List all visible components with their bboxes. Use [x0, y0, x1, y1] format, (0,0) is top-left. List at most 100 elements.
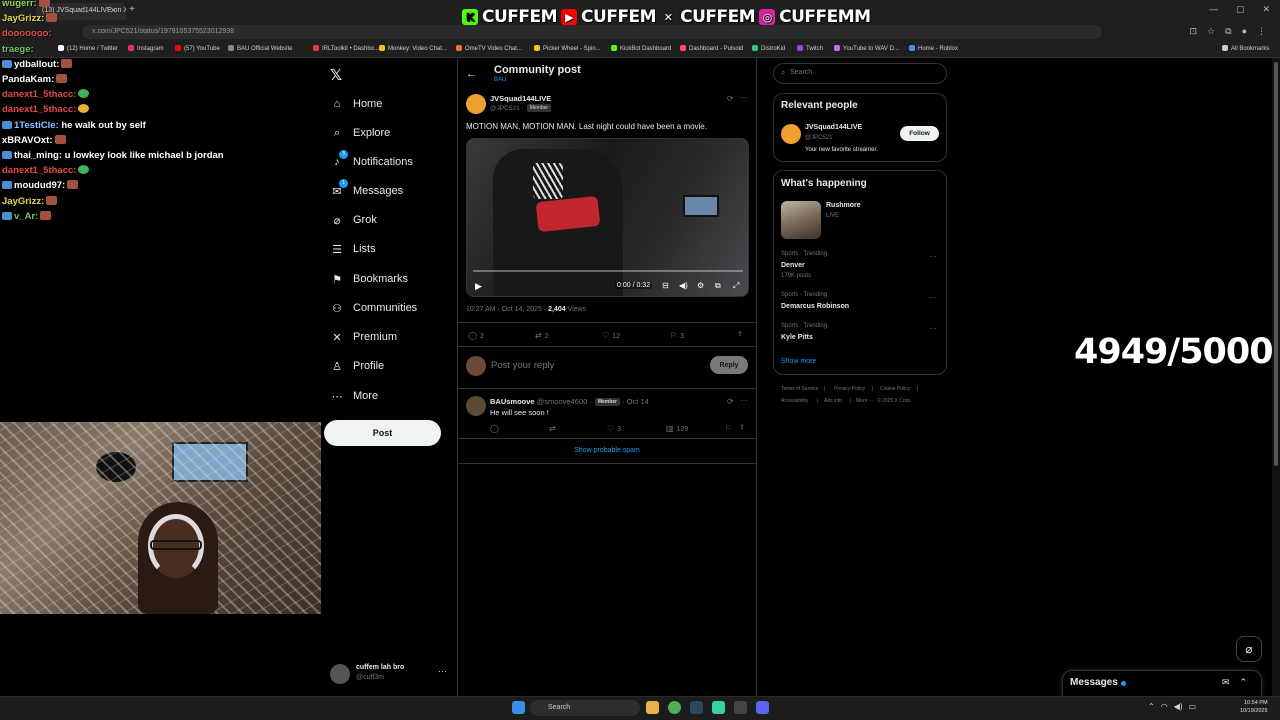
- repost-action[interactable]: ⇄ 2: [535, 331, 549, 340]
- expand-icon[interactable]: ⌃: [1240, 677, 1248, 688]
- chat-username[interactable]: xBRAVOxt:: [2, 135, 53, 146]
- bookmark-icon[interactable]: ⚐: [725, 424, 731, 432]
- community-link[interactable]: BAU: [494, 77, 506, 83]
- taskbar-clock[interactable]: 10:54 PM 10/19/2025: [1240, 699, 1268, 715]
- volume-icon[interactable]: ◀): [1174, 702, 1183, 711]
- chevron-up-icon[interactable]: ⌃: [1148, 702, 1155, 711]
- more-dots-icon[interactable]: ···: [438, 666, 447, 676]
- bookmark-item[interactable]: Dashboard - Pulsoid: [680, 45, 743, 52]
- live-thumbnail[interactable]: [781, 201, 821, 239]
- nav-item-messages[interactable]: ✉ 1 Messages: [330, 179, 403, 198]
- footer-link[interactable]: Cookie Policy: [880, 386, 910, 392]
- footer-link[interactable]: Accessibility: [781, 398, 808, 404]
- nav-item-home[interactable]: ⌂ Home: [330, 97, 383, 111]
- chat-username[interactable]: PandaKam:: [2, 74, 54, 85]
- views-action[interactable]: ▥ 129: [666, 424, 688, 433]
- post-button[interactable]: Post: [324, 420, 441, 446]
- new-tab-icon[interactable]: +: [129, 4, 135, 15]
- grok-analyze-icon[interactable]: ⟳: [727, 94, 734, 103]
- file-explorer-icon[interactable]: [646, 701, 659, 714]
- bookmark-action[interactable]: ⚐ 3: [670, 331, 684, 340]
- messages-drawer-title[interactable]: Messages: [1070, 677, 1118, 688]
- bookmark-item[interactable]: BAU Official Website: [228, 45, 292, 52]
- bookmark-item[interactable]: IRLToolkit • Dashbo...: [313, 45, 379, 52]
- close-window-icon[interactable]: ✕: [1262, 4, 1270, 15]
- footer-link[interactable]: © 2025 X Corp.: [877, 398, 912, 404]
- chat-username[interactable]: danext1_5thacc:: [2, 104, 76, 115]
- menu-icon[interactable]: ⋮: [1257, 26, 1266, 37]
- chrome-icon[interactable]: [668, 701, 681, 714]
- nav-item-explore[interactable]: ⌕ Explore: [330, 126, 390, 140]
- nav-item-bookmarks[interactable]: ⚑ Bookmarks: [330, 272, 408, 286]
- play-icon[interactable]: ▶: [475, 281, 482, 292]
- extension-icon[interactable]: ⧉: [1225, 26, 1231, 37]
- more-dots-icon[interactable]: ···: [740, 93, 748, 102]
- chat-username[interactable]: moudud97:: [14, 180, 65, 191]
- scrollbar-thumb[interactable]: [1274, 62, 1278, 466]
- grok-icon[interactable]: ⌀: [1236, 636, 1262, 662]
- nav-item-notifications[interactable]: ♪ 3 Notifications: [330, 150, 413, 169]
- repost-action[interactable]: ⇄: [549, 424, 559, 433]
- chat-username[interactable]: danext1_5thacc:: [2, 165, 76, 176]
- nav-item-communities[interactable]: ⚇ Communities: [330, 301, 417, 315]
- footer-link[interactable]: Ads info: [824, 398, 842, 404]
- share-icon[interactable]: ⇪: [739, 423, 745, 431]
- video-player[interactable]: ▶ 0:00 / 0:32 ⊟ ◀) ⚙ ⧉ ⤢: [466, 138, 749, 297]
- wifi-icon[interactable]: ◠: [1161, 702, 1168, 711]
- battery-icon[interactable]: ▭: [1189, 702, 1197, 711]
- steam-icon[interactable]: [690, 701, 703, 714]
- bookmark-item[interactable]: KickBot Dashboard: [611, 45, 671, 52]
- reply-action[interactable]: ◯ 2: [468, 331, 484, 340]
- grok-analyze-icon[interactable]: ⟳: [727, 397, 734, 406]
- captions-icon[interactable]: ⊟: [662, 281, 669, 290]
- minimize-icon[interactable]: —: [1209, 4, 1218, 15]
- taskbar-search[interactable]: Search: [530, 700, 640, 716]
- chat-username[interactable]: v_Ar:: [14, 211, 38, 222]
- bookmark-item[interactable]: (57) YouTube: [175, 45, 220, 52]
- follow-button[interactable]: Follow: [900, 126, 939, 141]
- reply-author-name[interactable]: BAUsmoove @smoove4600 · Member · Oct 14: [490, 397, 649, 406]
- install-icon[interactable]: ⊡: [1190, 26, 1198, 37]
- bookmark-item[interactable]: DistroKid: [752, 45, 785, 52]
- maximize-icon[interactable]: ▢: [1236, 4, 1245, 15]
- chat-username[interactable]: dooooooo:: [2, 28, 52, 39]
- profile-icon[interactable]: ●: [1242, 26, 1247, 37]
- avatar[interactable]: [466, 396, 486, 416]
- bookmark-item[interactable]: Twitch: [797, 45, 823, 52]
- like-action[interactable]: ♡ 12: [602, 331, 620, 340]
- like-action[interactable]: ♡ 3: [607, 424, 621, 433]
- video-seek-bar[interactable]: [473, 270, 743, 272]
- more-dots-icon[interactable]: ···: [740, 396, 748, 405]
- bookmark-item[interactable]: (12) Home / Twitter: [58, 45, 118, 52]
- bookmark-item[interactable]: YouTube to WAV D...: [834, 45, 899, 52]
- footer-link[interactable]: More ···: [856, 398, 874, 404]
- chat-username[interactable]: ydballout:: [14, 59, 59, 70]
- back-arrow-icon[interactable]: ←: [466, 68, 477, 80]
- nav-item-premium[interactable]: ✕ Premium: [330, 330, 397, 344]
- more-dots-icon[interactable]: ···: [929, 324, 937, 333]
- chat-username[interactable]: wugerr:: [2, 0, 37, 9]
- tab-close-icon[interactable]: ✕: [110, 6, 117, 15]
- nav-item-lists[interactable]: ☰ Lists: [330, 242, 376, 256]
- bookmark-item[interactable]: All Bookmarks: [1222, 45, 1269, 52]
- bookmark-item[interactable]: Home - Roblox: [909, 45, 958, 52]
- avatar[interactable]: [466, 94, 486, 114]
- trend-name[interactable]: Denver: [781, 262, 805, 269]
- chat-username[interactable]: JayGrizz:: [2, 13, 44, 24]
- star-icon[interactable]: ☆: [1207, 26, 1215, 37]
- show-more-link[interactable]: Show more: [781, 358, 816, 365]
- footer-link[interactable]: Terms of Service: [781, 386, 818, 392]
- reply-action[interactable]: ◯: [490, 424, 502, 433]
- settings-icon[interactable]: ⚙: [697, 281, 704, 290]
- obs-icon[interactable]: [712, 701, 725, 714]
- chat-username[interactable]: thai_ming:: [14, 150, 62, 161]
- volume-icon[interactable]: ◀): [679, 281, 688, 290]
- reply-button[interactable]: Reply: [710, 356, 748, 374]
- nav-item-more[interactable]: ⋯ More: [330, 389, 379, 403]
- account-switcher[interactable]: cuffem lah bro @cuff3m ···: [330, 664, 448, 686]
- avatar[interactable]: [781, 124, 801, 144]
- trend-name[interactable]: Demarcus Robinson: [781, 303, 849, 310]
- discord-icon[interactable]: [756, 701, 769, 714]
- compose-message-icon[interactable]: ✉: [1222, 677, 1230, 688]
- share-icon[interactable]: ⇪: [737, 330, 743, 338]
